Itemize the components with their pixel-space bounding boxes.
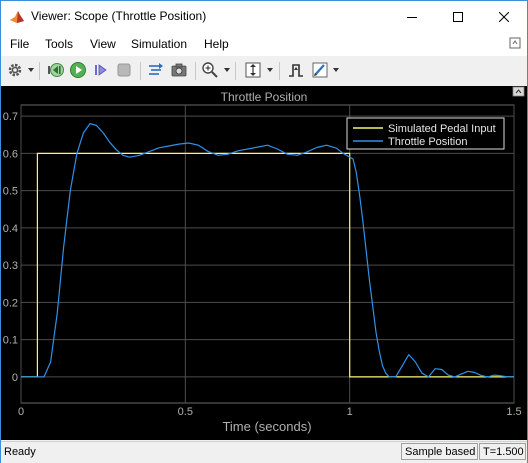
style-button[interactable] [310, 61, 330, 81]
menu-tools[interactable]: Tools [45, 37, 73, 51]
step-forward-icon [92, 61, 110, 82]
menu-view[interactable]: View [90, 37, 116, 51]
step-back-button[interactable] [46, 61, 66, 81]
undock-icon[interactable] [512, 86, 525, 97]
y-tick-label: 0.3 [3, 260, 18, 272]
toolbar-separator [195, 62, 196, 80]
step-back-icon [47, 61, 65, 82]
zoom-button[interactable] [200, 61, 220, 81]
y-tick-label: 0.2 [3, 297, 18, 309]
y-tick-label: 0 [12, 372, 18, 384]
status-bar: Ready Sample based T=1.500 [1, 441, 527, 463]
highlight-signal-icon [147, 61, 165, 82]
run-button[interactable] [68, 61, 88, 81]
title-bar: Viewer: Scope (Throttle Position) [1, 1, 527, 32]
toolbar [1, 56, 527, 87]
chevron-down-icon[interactable] [333, 68, 339, 72]
chevron-down-icon[interactable] [224, 68, 230, 72]
scope-window: Viewer: Scope (Throttle Position) File T… [0, 0, 528, 463]
triggers-button[interactable] [286, 61, 306, 81]
minimize-icon [407, 12, 417, 22]
highlight-simulink-block-button[interactable] [146, 61, 166, 81]
stop-icon [115, 61, 133, 82]
y-tick-label: 0.7 [3, 111, 18, 123]
stop-button[interactable] [114, 61, 134, 81]
close-icon [499, 11, 509, 22]
menu-file[interactable]: File [10, 37, 29, 51]
step-forward-button[interactable] [91, 61, 111, 81]
toolbar-separator [140, 62, 141, 80]
dock-pin-icon[interactable] [509, 37, 521, 52]
print-to-figure-button[interactable] [169, 61, 189, 81]
toolbar-separator [235, 62, 236, 80]
zoom-icon [201, 61, 219, 82]
gear-icon [7, 62, 23, 81]
scope-display[interactable]: Throttle Position 0 0.1 0.2 0.3 0.4 0.5 0.6 0.7… [1, 86, 527, 440]
menu-bar: File Tools View Simulation Help [1, 32, 527, 56]
maximize-icon [453, 11, 463, 22]
scale-axes-icon [244, 61, 262, 82]
y-tick-label: 0.1 [3, 335, 18, 347]
toolbar-separator [39, 62, 40, 80]
snapshot-icon [170, 61, 188, 82]
x-tick-label: 1 [347, 406, 353, 418]
scale-axes-button[interactable] [243, 61, 263, 81]
y-tick-label: 0.5 [3, 186, 18, 198]
y-tick-label: 0.4 [3, 223, 18, 235]
x-tick-label: 0 [18, 406, 24, 418]
legend-label: Simulated Pedal Input [388, 123, 496, 135]
configuration-button[interactable] [5, 61, 25, 81]
x-axis-label: Time (seconds) [222, 419, 311, 434]
chevron-down-icon[interactable] [28, 68, 34, 72]
run-icon [69, 61, 87, 82]
sample-mode-indicator: Sample based [401, 443, 478, 460]
x-tick-label: 0.5 [178, 406, 193, 418]
window-title: Viewer: Scope (Throttle Position) [31, 9, 207, 23]
chevron-down-icon[interactable] [267, 68, 273, 72]
menu-help[interactable]: Help [204, 37, 229, 51]
menu-simulation[interactable]: Simulation [131, 37, 187, 51]
y-tick-label: 0.6 [3, 148, 18, 160]
scope-plot[interactable]: Throttle Position 0 0.1 0.2 0.3 0.4 0.5 0.6 0.7… [1, 86, 527, 440]
matlab-simulink-icon [9, 9, 25, 25]
legend[interactable]: Simulated Pedal InputThrottle Position [346, 117, 505, 150]
maximize-button[interactable] [435, 1, 481, 32]
chart-title: Throttle Position [221, 90, 308, 104]
style-icon [311, 61, 329, 82]
legend-label: Throttle Position [388, 136, 467, 148]
triggers-icon [287, 61, 305, 82]
minimize-button[interactable] [389, 1, 435, 32]
simulation-time-indicator: T=1.500 [479, 443, 526, 460]
toolbar-separator [279, 62, 280, 80]
x-tick-label: 1.5 [506, 406, 521, 418]
status-text: Ready [4, 446, 36, 458]
close-button[interactable] [481, 1, 527, 32]
